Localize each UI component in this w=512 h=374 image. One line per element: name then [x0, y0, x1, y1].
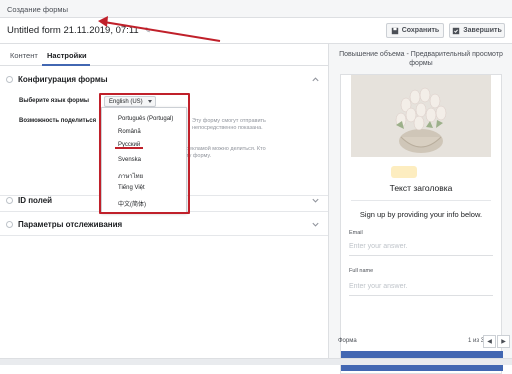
- radio-icon: [6, 221, 13, 228]
- preview-footer: Форма 1 из 3 ◀ ▶: [328, 335, 512, 351]
- preview-panel: Повышение объема - Предварительный просм…: [328, 44, 512, 374]
- window-title: Создание формы: [0, 0, 512, 18]
- tab-content[interactable]: Контент: [10, 51, 38, 60]
- annotation-underline: [115, 147, 143, 149]
- preview-title: Повышение объема - Предварительный просм…: [339, 51, 503, 67]
- radio-icon: [6, 197, 13, 204]
- sharing-desc-1: Эту форму смогут отправить: [192, 118, 266, 124]
- finish-label: Завершить: [463, 27, 502, 34]
- header-bar: Untitled form 21.11.2019, 07:11 ✎ Сохран…: [0, 18, 512, 44]
- sharing-label: Возможность поделиться: [19, 118, 97, 124]
- save-label: Сохранить: [401, 27, 440, 34]
- chevron-left-icon: ◀: [487, 339, 492, 345]
- chevron-right-icon: ▶: [501, 339, 506, 345]
- form-name[interactable]: Untitled form 21.11.2019, 07:11 ✎: [7, 25, 151, 36]
- name-underline: [349, 295, 493, 296]
- field-ids-header[interactable]: ID полей: [6, 196, 52, 205]
- tracking-section: Параметры отслеживания: [0, 212, 328, 236]
- radio-icon: [6, 76, 13, 83]
- chevron-up-icon[interactable]: [311, 75, 320, 84]
- tracking-title: Параметры отслеживания: [18, 220, 123, 229]
- name-field[interactable]: Enter your answer.: [349, 283, 407, 290]
- prev-page-button[interactable]: ◀: [483, 335, 496, 348]
- preview-phone: Текст заголовка Sign up by providing you…: [340, 74, 503, 374]
- preview-headline: Текст заголовка: [389, 183, 453, 193]
- horizontal-scrollbar[interactable]: [0, 358, 512, 365]
- tracking-header[interactable]: Параметры отслеживания: [6, 220, 122, 229]
- language-label: Выберите язык формы: [19, 98, 90, 104]
- sharing-desc-2: непосредственно показана.: [192, 125, 263, 131]
- page-logo: [391, 166, 417, 178]
- form-config-title: Конфигурация формы: [18, 75, 108, 84]
- next-page-button[interactable]: ▶: [497, 335, 510, 348]
- name-label: Full name: [349, 268, 374, 274]
- save-button[interactable]: Сохранить: [386, 23, 444, 38]
- form-name-text: Untitled form 21.11.2019, 07:11: [7, 25, 139, 36]
- preview-signup-text: Sign up by providing your info below.: [359, 210, 483, 219]
- page-indicator: 1 из 3: [468, 338, 485, 344]
- flowers-basket-image: [351, 75, 491, 157]
- finish-icon: [453, 27, 460, 34]
- save-icon: [391, 27, 398, 34]
- form-config-header[interactable]: Конфигурация формы: [6, 75, 108, 84]
- annotation-box: [99, 93, 190, 214]
- email-field[interactable]: Enter your answer.: [349, 243, 407, 250]
- preview-image: [351, 75, 491, 157]
- edit-pencil-icon[interactable]: ✎: [144, 26, 151, 35]
- divider: [351, 200, 491, 201]
- field-ids-title: ID полей: [18, 196, 53, 205]
- tab-bar: Контент Настройки: [0, 44, 328, 66]
- sharing-desc-3: рекламой можно делиться. Кто: [186, 146, 266, 152]
- email-label: Email: [349, 230, 363, 236]
- chevron-down-icon[interactable]: [311, 196, 320, 205]
- email-underline: [349, 255, 493, 256]
- finish-button[interactable]: Завершить: [449, 23, 505, 38]
- footer-label: Форма: [338, 338, 357, 344]
- chevron-down-icon[interactable]: [311, 220, 320, 229]
- tab-settings[interactable]: Настройки: [47, 51, 87, 60]
